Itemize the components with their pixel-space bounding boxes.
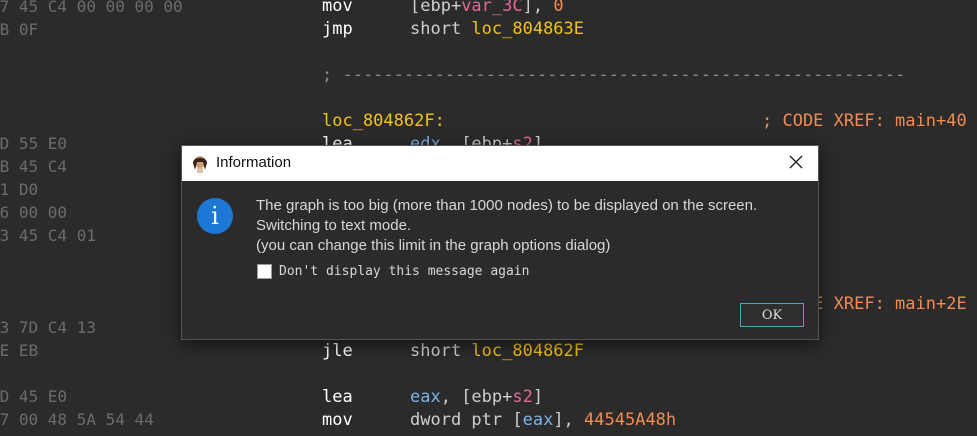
close-icon — [789, 152, 803, 175]
ok-button[interactable]: OK — [740, 303, 804, 327]
instruction-mnemonic[interactable]: jmp — [322, 18, 353, 41]
instruction-operand[interactable]: short loc_804862F — [410, 340, 584, 363]
information-dialog: Information i The graph is too big (more… — [181, 145, 819, 340]
xref-comment[interactable]: ; CODE XREF: main+40 — [762, 110, 967, 133]
message-line: Switching to text mode. — [256, 217, 412, 234]
code-label[interactable]: loc_804862F: — [322, 110, 445, 133]
instruction-operand[interactable]: [ebp+var_3C], 0 — [410, 0, 564, 18]
dont-display-label[interactable]: Don't display this message again — [279, 264, 529, 279]
instruction-operand[interactable]: dword ptr [eax], 44545A48h — [410, 409, 676, 432]
instruction-mnemonic[interactable]: mov — [322, 409, 353, 432]
instruction-operand[interactable]: eax, [ebp+s2] — [410, 386, 543, 409]
app-icon — [190, 154, 210, 174]
dialog-title: Information — [216, 154, 292, 171]
dont-display-option[interactable]: Don't display this message again — [257, 263, 529, 279]
instruction-mnemonic[interactable]: mov — [322, 0, 353, 18]
separator-comment: ; --------------------------------------… — [322, 65, 906, 85]
dont-display-checkbox[interactable] — [257, 263, 272, 279]
dialog-message: The graph is too big (more than 1000 nod… — [256, 196, 816, 256]
instruction-mnemonic[interactable]: jle — [322, 340, 353, 363]
message-line: The graph is too big (more than 1000 nod… — [256, 197, 758, 214]
close-button[interactable] — [774, 146, 818, 181]
instruction-mnemonic[interactable]: lea — [322, 386, 353, 409]
message-line: (you can change this limit in the graph … — [256, 237, 611, 254]
instruction-operand[interactable]: short loc_804863E — [410, 18, 584, 41]
info-icon: i — [197, 198, 233, 234]
dialog-titlebar[interactable]: Information — [182, 146, 818, 181]
